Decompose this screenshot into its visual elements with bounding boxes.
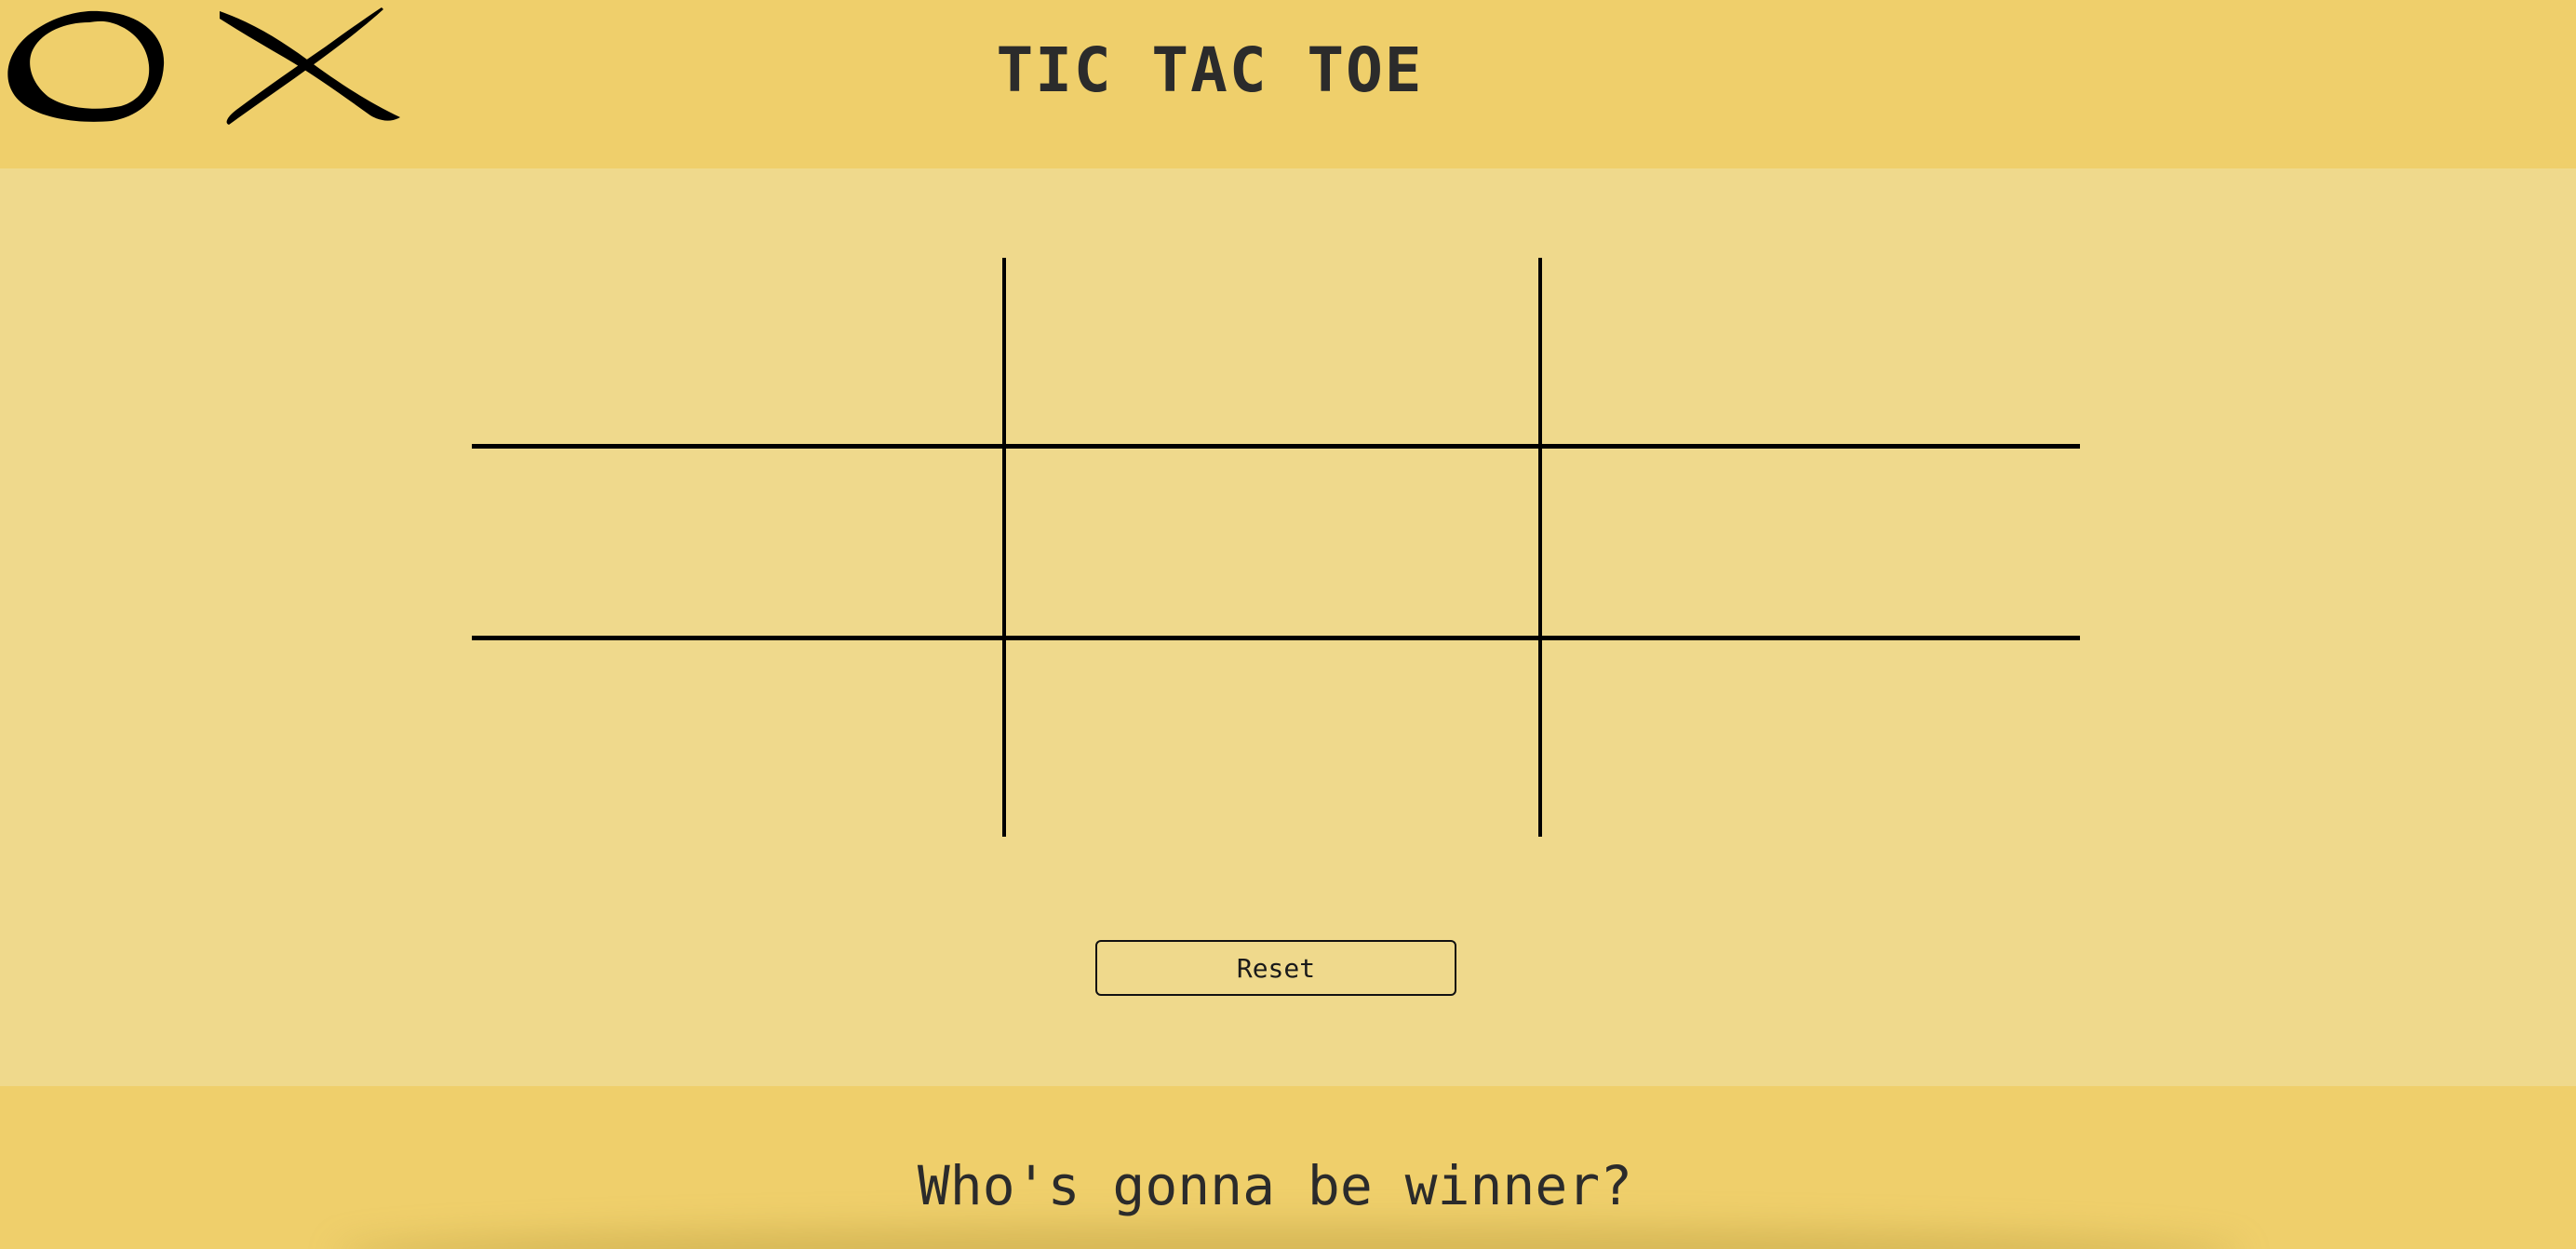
board-cell[interactable] (472, 450, 1006, 640)
board-cell[interactable] (1008, 641, 1542, 832)
board-cell[interactable] (472, 258, 1006, 449)
board-cell[interactable] (1544, 641, 2078, 832)
board-cell[interactable] (1544, 258, 2078, 449)
board-cell[interactable] (1544, 450, 2078, 640)
board-cell[interactable] (472, 641, 1006, 832)
status-message: Who's gonna be winner? (917, 1154, 1633, 1217)
footer: Who's gonna be winner? (0, 1086, 2576, 1249)
footer-shadow (335, 1226, 2243, 1249)
page-title: TIC TAC TOE (996, 34, 1424, 106)
x-icon (220, 7, 400, 125)
o-icon (7, 10, 165, 122)
board-cell[interactable] (1008, 450, 1542, 640)
game-board (472, 258, 2080, 837)
logo (7, 7, 400, 125)
header: TIC TAC TOE (0, 0, 2576, 168)
board-cell[interactable] (1008, 258, 1542, 449)
game-area: Reset (0, 168, 2576, 1086)
reset-button[interactable]: Reset (1095, 940, 1456, 996)
